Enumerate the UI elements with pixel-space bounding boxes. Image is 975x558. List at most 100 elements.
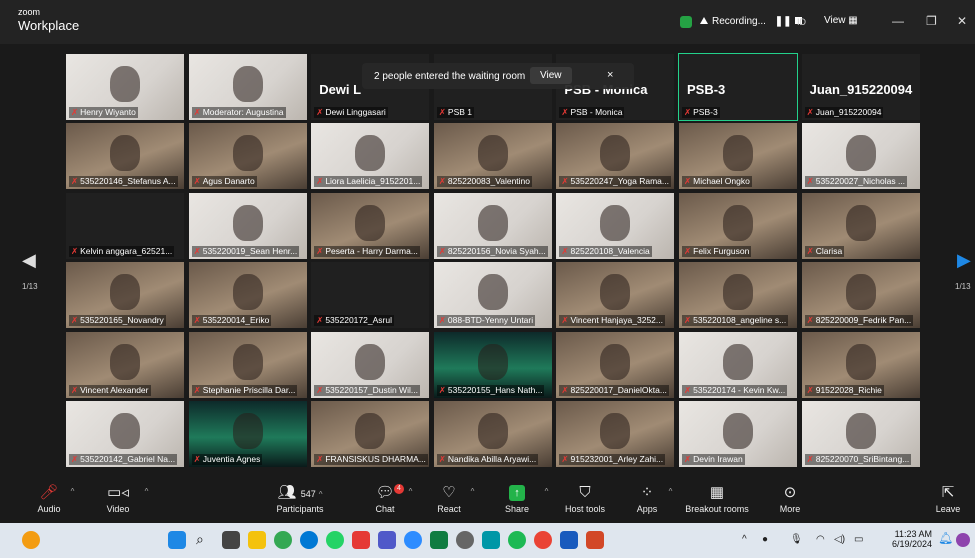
video-tile[interactable]: ✗ Felix Furguson <box>679 192 797 259</box>
system-clock[interactable]: 11:23 AM 6/19/2024 <box>880 529 932 549</box>
encryption-shield-icon[interactable] <box>680 16 692 28</box>
video-tile[interactable]: ✗ 825220083_Valentino <box>433 123 552 190</box>
camera-icon[interactable] <box>482 531 500 549</box>
calculator-icon[interactable] <box>430 531 448 549</box>
video-tile[interactable]: ✗ 535220165_Novandry <box>66 262 184 329</box>
video-tile[interactable]: ✗ 915232001_Arley Zahi... <box>556 401 675 467</box>
tray-overflow-icon[interactable]: ^ <box>742 534 747 545</box>
pause-recording-icon[interactable]: ❚❚ <box>775 16 792 27</box>
volume-icon[interactable]: ◁) <box>834 534 845 545</box>
video-tile[interactable]: ✗ 825220156_Novia Syah... <box>433 192 552 259</box>
whatsapp-icon[interactable] <box>326 531 344 549</box>
video-tile[interactable]: ✗ Clarisa <box>801 192 920 259</box>
apps-options-caret[interactable]: ^ <box>664 486 674 496</box>
video-tile[interactable]: ✗ 825220108_Valencia <box>556 192 675 259</box>
settings-gear-icon[interactable] <box>456 531 474 549</box>
chrome-icon[interactable] <box>274 531 292 549</box>
video-tile[interactable]: ✗ 535220155_Hans Nath... <box>433 331 552 398</box>
video-tile[interactable]: ✗ 825220009_Fedrik Pan... <box>801 262 920 329</box>
host-tools-button[interactable]: ⛉ Host tools <box>561 482 609 514</box>
video-tile[interactable]: ✗ Kelvin anggara_62521... <box>66 192 184 259</box>
video-tile[interactable]: ✗ 535220108_angeline s... <box>679 262 797 329</box>
mic-muted-icon: ✗ <box>316 315 324 326</box>
start-menu-icon[interactable] <box>168 531 186 549</box>
video-tile[interactable]: ✗ Henry Wiyanto <box>66 54 184 120</box>
video-tile[interactable]: ✗ 535220019_Sean Henr... <box>188 192 307 259</box>
audio-button[interactable]: 🎤︎ Audio <box>34 482 64 514</box>
video-tile[interactable]: ✗ 535220014_Eriko <box>188 262 307 329</box>
tray-app-icon[interactable]: ● <box>762 534 768 545</box>
search-icon[interactable]: ⌕ <box>196 531 214 549</box>
breakout-rooms-button[interactable]: ▦ Breakout rooms <box>681 482 753 514</box>
meeting-id-label[interactable]: ID <box>797 17 806 27</box>
powerpoint-icon[interactable] <box>586 531 604 549</box>
video-tile[interactable]: ✗ 91522028_Richie <box>801 331 920 398</box>
video-tile[interactable]: ✗ Stephanie Priscilla Dar... <box>188 331 307 398</box>
video-tile[interactable]: ✗ 825220017_DanielOkta... <box>556 331 675 398</box>
video-button[interactable]: ▭◃ Video <box>102 482 134 514</box>
video-tile[interactable]: ✗ Juventia Agnes <box>188 401 307 467</box>
video-tile[interactable]: ✗ Devin Irawan <box>679 401 797 467</box>
chat-options-caret[interactable]: ^ <box>404 486 414 496</box>
share-button[interactable]: ↑ Share <box>502 482 532 514</box>
video-tile[interactable]: ✗ Moderator: Augustina <box>188 54 307 120</box>
minimize-icon[interactable]: — <box>892 14 904 28</box>
chrome-profile-icon[interactable] <box>534 531 552 549</box>
close-icon[interactable]: ✕ <box>957 14 967 28</box>
audio-options-caret[interactable]: ^ <box>66 486 76 496</box>
next-page-icon[interactable]: ▶ <box>957 250 971 271</box>
restore-icon[interactable]: ❐ <box>926 14 937 28</box>
video-tile[interactable]: ✗ 535220157_Dustin Wil... <box>311 331 430 398</box>
video-tile[interactable]: Juan_915220094 ✗ Juan_915220094 <box>801 54 920 120</box>
react-button[interactable]: ♡ React <box>434 482 464 514</box>
video-tile[interactable]: ✗ Vincent Hanjaya_3252... <box>556 262 675 329</box>
video-options-caret[interactable]: ^ <box>140 486 150 496</box>
heart-icon: ♡ <box>442 484 456 501</box>
copilot-icon[interactable] <box>956 533 970 547</box>
leave-button[interactable]: ⇱ Leave <box>932 482 964 514</box>
notification-close-icon[interactable]: × <box>607 69 613 81</box>
zoom-icon[interactable] <box>404 531 422 549</box>
share-options-caret[interactable]: ^ <box>540 486 550 496</box>
notification-bell-icon[interactable]: 🔔︎ <box>938 531 956 549</box>
video-tile[interactable]: ✗ 535220172_Asrul <box>311 262 430 329</box>
participants-button[interactable]: 👥︎ 547 ^ Participants <box>270 482 330 514</box>
participant-name: ✗ 825220083_Valentino <box>436 176 533 188</box>
spotify-icon[interactable] <box>508 531 526 549</box>
recording-indicator[interactable]: Recording... ❚❚ <box>700 16 803 27</box>
more-button[interactable]: ⊙ More <box>775 482 805 514</box>
video-tile[interactable]: ✗ 825220070_SriBintang... <box>801 401 920 467</box>
video-tile[interactable]: ✗ 535220174 - Kevin Kw... <box>679 331 797 398</box>
video-tile[interactable]: ✗ Nandika Abilla Aryawi... <box>433 401 552 467</box>
chat-button[interactable]: 💬︎ 4 Chat <box>370 482 404 514</box>
video-tile[interactable]: ✗ Michael Ongko <box>679 123 797 190</box>
video-tile[interactable]: PSB-3 ✗ PSB-3 <box>678 53 798 121</box>
view-button[interactable]: View ▦ <box>824 15 858 26</box>
video-tile[interactable]: ✗ FRANSISKUS DHARMA... <box>311 401 430 467</box>
notification-view-button[interactable]: View <box>530 67 572 84</box>
participant-silhouette <box>232 413 263 449</box>
participant-display-name: Juan_915220094 <box>809 82 913 97</box>
apps-button[interactable]: ⁘ Apps <box>632 482 662 514</box>
react-options-caret[interactable]: ^ <box>466 486 476 496</box>
teams-icon[interactable] <box>378 531 396 549</box>
video-tile[interactable]: ✗ Peserta - Harry Darma... <box>311 192 430 259</box>
video-tile[interactable]: ✗ 535220142_Gabriel Na... <box>66 401 184 467</box>
wifi-icon[interactable]: ◠ <box>816 534 825 545</box>
battery-icon[interactable]: ▭ <box>854 534 863 545</box>
weather-icon[interactable] <box>22 531 40 549</box>
task-view-icon[interactable] <box>222 531 240 549</box>
pdf-reader-icon[interactable] <box>352 531 370 549</box>
video-tile[interactable]: ✗ Agus Danarto <box>188 123 307 190</box>
video-tile[interactable]: ✗ 535220247_Yoga Rama... <box>556 123 675 190</box>
edge-icon[interactable] <box>300 531 318 549</box>
word-icon[interactable] <box>560 531 578 549</box>
video-tile[interactable]: ✗ Liora Laelicia_9152201... <box>311 123 430 190</box>
video-tile[interactable]: ✗ Vincent Alexander <box>66 331 184 398</box>
video-tile[interactable]: ✗ 535220146_Stefanus A... <box>66 123 184 190</box>
microphone-tray-icon[interactable]: 🎙︎ <box>790 534 803 545</box>
previous-page-icon[interactable]: ◀ <box>22 250 36 271</box>
video-tile[interactable]: ✗ 535220027_Nicholas ... <box>801 123 920 190</box>
video-tile[interactable]: ✗ 088-BTD-Yenny Untari <box>433 262 552 329</box>
file-explorer-icon[interactable] <box>248 531 266 549</box>
